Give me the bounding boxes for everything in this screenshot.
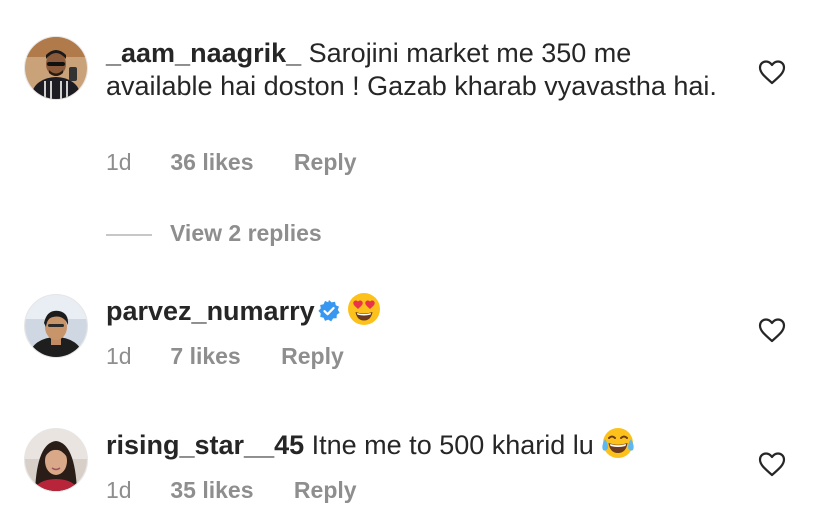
verified-badge-icon (318, 300, 340, 322)
like-heart-icon[interactable] (758, 59, 786, 85)
heart-eyes-emoji-icon (347, 293, 380, 325)
comment-timestamp: 1d (106, 343, 132, 369)
comment-meta: 1d 35 likes Reply (106, 477, 357, 504)
view-replies-link[interactable]: View 2 replies (106, 220, 322, 247)
comment-timestamp: 1d (106, 477, 132, 503)
comment-body: _aam_naagrik_ Sarojini market me 350 me … (106, 37, 726, 103)
reply-button[interactable]: Reply (281, 343, 344, 370)
like-heart-icon[interactable] (758, 451, 786, 477)
reply-button[interactable]: Reply (294, 477, 357, 504)
reply-button[interactable]: Reply (294, 149, 357, 176)
comment-likes-count[interactable]: 35 likes (170, 477, 253, 504)
comment-username[interactable]: _aam_naagrik_ (106, 38, 301, 68)
comment-body: rising_star__45 Itne me to 500 kharid lu (106, 426, 726, 462)
comment-text: Itne me to 500 kharid lu (311, 430, 594, 460)
comment-timestamp: 1d (106, 149, 132, 175)
comment-body: parvez_numarry (106, 292, 726, 328)
avatar[interactable] (24, 294, 88, 358)
comment-meta: 1d 36 likes Reply (106, 149, 357, 176)
tears-of-joy-emoji-icon (602, 428, 634, 458)
replies-divider-line (106, 233, 152, 236)
comment-meta: 1d 7 likes Reply (106, 343, 344, 370)
avatar[interactable] (24, 36, 88, 100)
comment-likes-count[interactable]: 7 likes (170, 343, 240, 370)
view-replies-label[interactable]: View 2 replies (170, 220, 322, 246)
comment-username[interactable]: rising_star__45 (106, 430, 304, 460)
like-heart-icon[interactable] (758, 317, 786, 343)
comment-likes-count[interactable]: 36 likes (170, 149, 253, 176)
comment-username[interactable]: parvez_numarry (106, 296, 315, 326)
avatar[interactable] (24, 428, 88, 492)
